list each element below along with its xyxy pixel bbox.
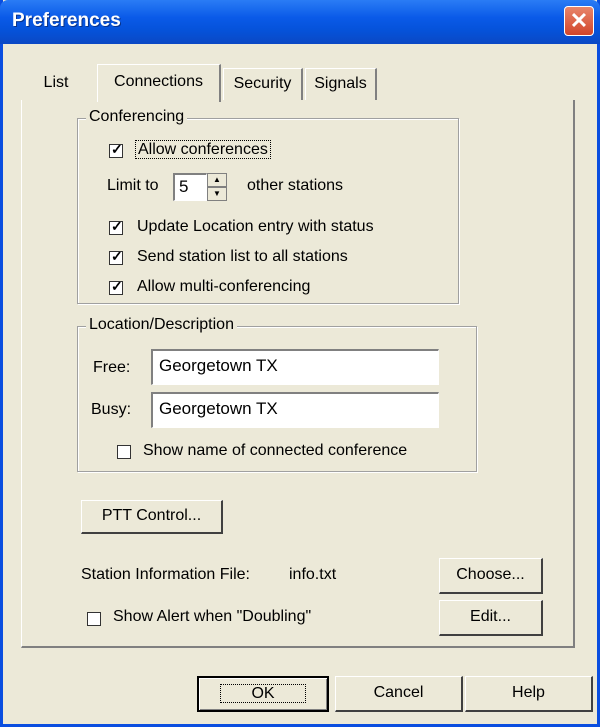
station-info-value: info.txt (289, 566, 337, 583)
check-icon: ✓ (111, 141, 123, 157)
title-bar[interactable]: Preferences ✕ (0, 0, 600, 44)
help-button[interactable]: Help (465, 676, 593, 712)
tab-signals-label: Signals (314, 75, 367, 92)
limit-input[interactable]: 5 (173, 173, 207, 201)
tab-security-label: Security (233, 75, 292, 92)
update-location-label[interactable]: Update Location entry with status (137, 218, 374, 236)
check-icon: ✓ (111, 218, 123, 234)
station-info-label: Station Information File: (81, 566, 250, 583)
send-station-list-checkbox[interactable]: ✓ (109, 248, 123, 265)
window-title: Preferences (12, 10, 121, 31)
limit-suffix: other stations (247, 177, 344, 194)
choose-button[interactable]: Choose... (439, 558, 543, 594)
free-field[interactable]: Georgetown TX (151, 349, 439, 385)
free-label: Free: (93, 359, 131, 376)
tab-signals[interactable]: Signals (305, 68, 377, 100)
allow-conferences-checkbox[interactable]: ✓ (109, 141, 123, 158)
location-legend: Location/Description (86, 316, 237, 334)
tab-list[interactable]: List (21, 68, 91, 100)
spin-up-icon[interactable]: ▲ (207, 173, 227, 187)
show-alert-label[interactable]: Show Alert when "Doubling" (113, 608, 311, 626)
cancel-button[interactable]: Cancel (335, 676, 463, 712)
show-alert-checkbox[interactable] (87, 612, 101, 626)
check-icon: ✓ (111, 278, 123, 294)
limit-label: Limit to (107, 177, 159, 194)
show-name-checkbox[interactable] (117, 445, 131, 459)
tab-connections-label: Connections (114, 73, 203, 90)
preferences-window: Preferences ✕ List Connections Security … (0, 0, 600, 727)
tab-security[interactable]: Security (223, 68, 303, 100)
conferencing-legend: Conferencing (86, 108, 188, 126)
tab-list-label: List (43, 74, 69, 91)
allow-multi-label[interactable]: Allow multi-conferencing (137, 278, 310, 296)
tab-connections[interactable]: Connections (97, 64, 221, 102)
check-icon: ✓ (111, 248, 123, 264)
busy-label: Busy: (91, 401, 132, 418)
allow-conferences-label[interactable]: Allow conferences (135, 140, 271, 159)
busy-field[interactable]: Georgetown TX (151, 392, 439, 428)
ptt-control-button[interactable]: PTT Control... (81, 500, 223, 534)
close-button[interactable]: ✕ (564, 6, 594, 36)
edit-button[interactable]: Edit... (439, 600, 543, 636)
update-location-checkbox[interactable]: ✓ (109, 218, 123, 235)
spin-down-icon[interactable]: ▼ (207, 187, 227, 201)
allow-multi-checkbox[interactable]: ✓ (109, 278, 123, 295)
ok-button[interactable]: OK (197, 676, 329, 712)
show-name-label[interactable]: Show name of connected conference (143, 442, 407, 460)
send-station-list-label[interactable]: Send station list to all stations (137, 248, 348, 266)
